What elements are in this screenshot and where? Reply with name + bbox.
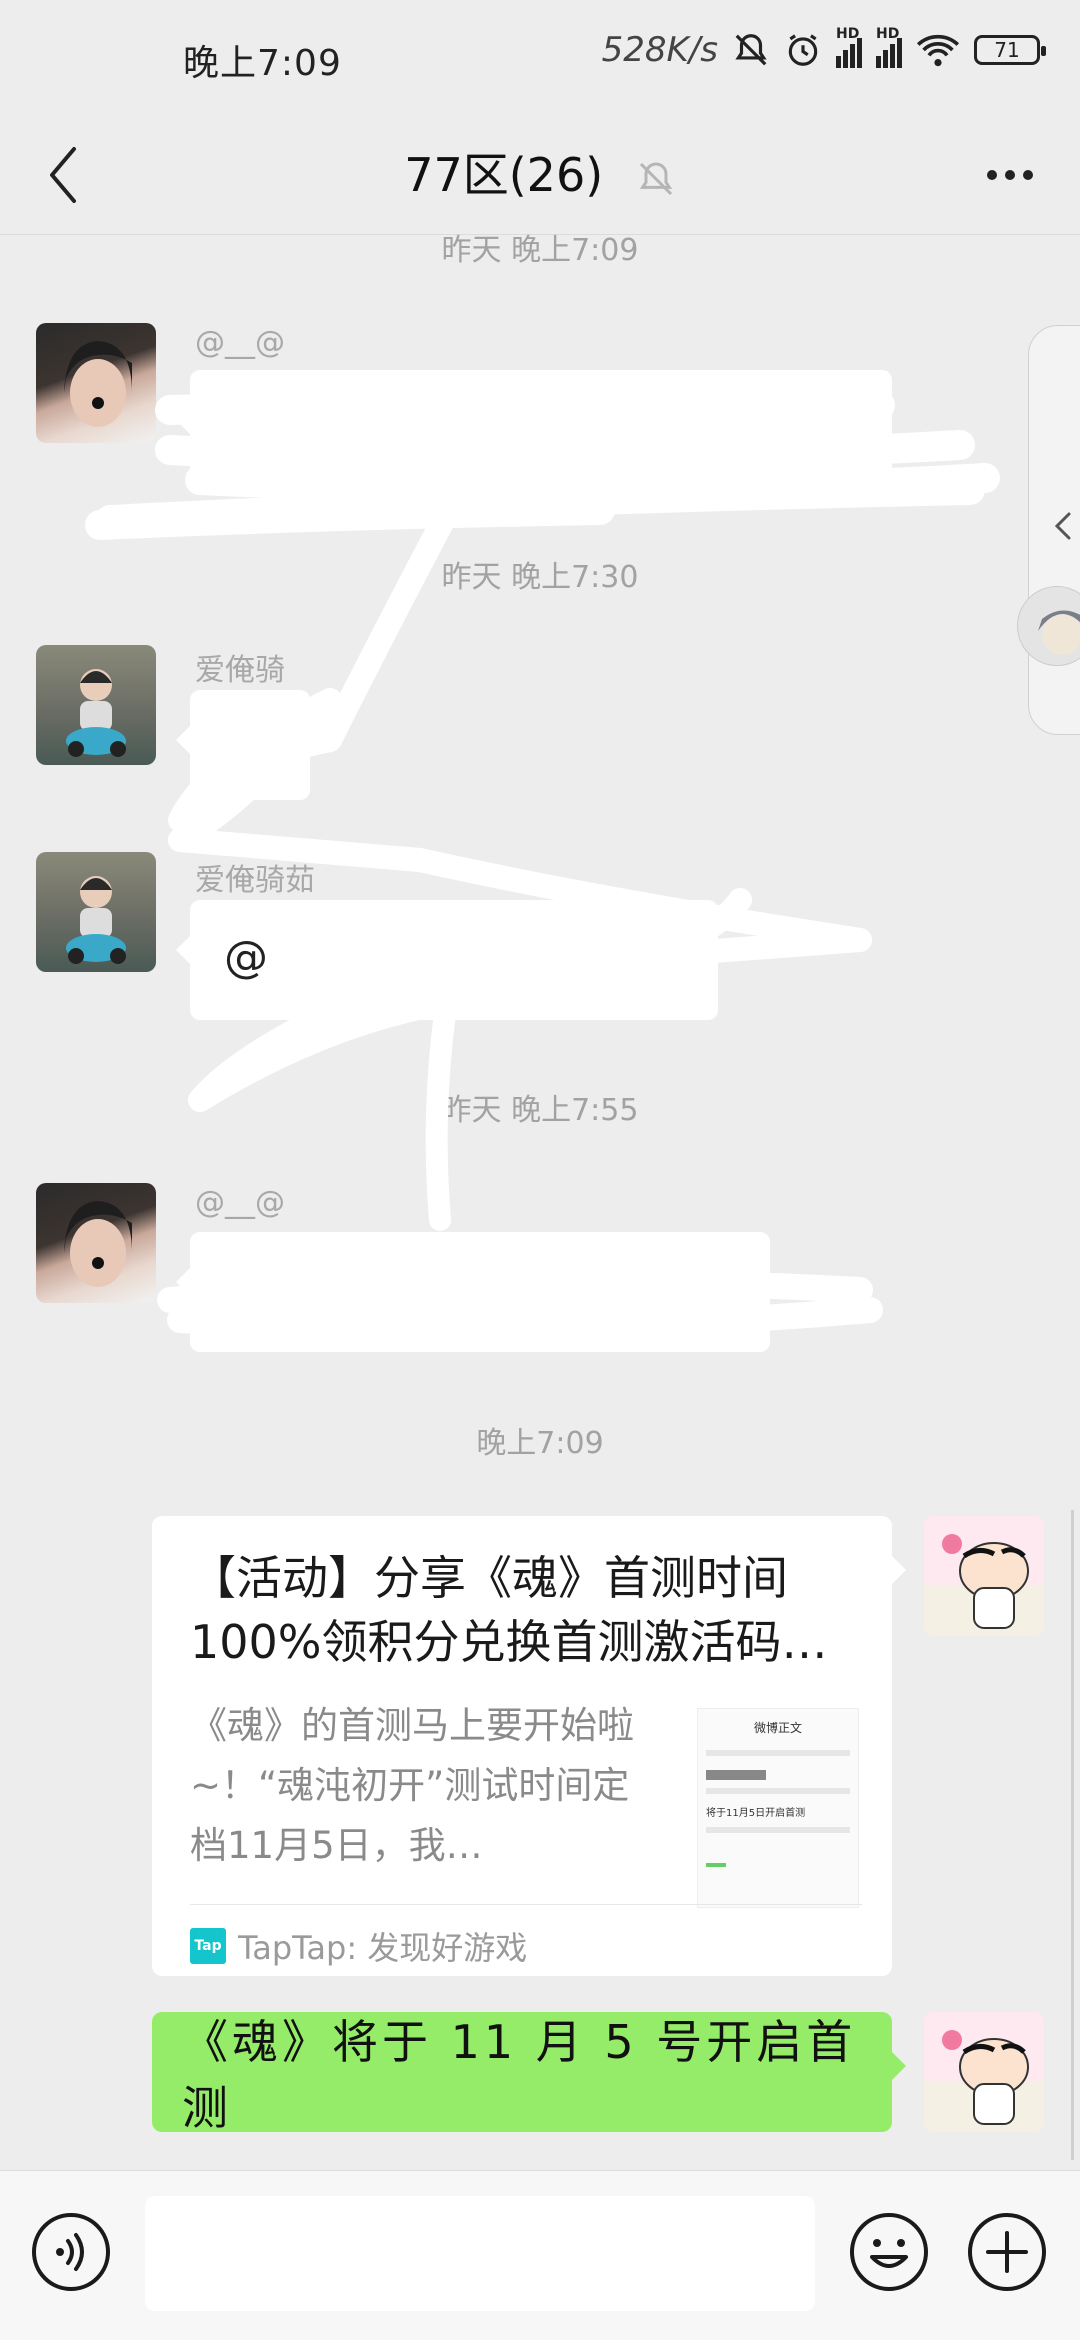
card-source-name: TapTap: 发现好游戏 [238, 1929, 528, 1967]
thumbnail-title: 微博正文 [753, 1721, 802, 1735]
scrollbar[interactable] [1071, 1510, 1074, 2160]
timestamp: 昨天 晚上7:09 [441, 233, 639, 268]
avatar[interactable] [36, 852, 156, 972]
plus-icon[interactable] [966, 2211, 1048, 2293]
message-bubble[interactable] [176, 690, 310, 800]
shared-link-card[interactable]: 【活动】分享《魂》首测时间100%领积分兑换首测激活码… 《魂》的首测马上要开始… [152, 1516, 906, 1976]
message-input[interactable] [145, 2196, 815, 2311]
floating-avatar[interactable] [1017, 586, 1080, 666]
sender-name: 爱俺骑茹 [195, 863, 315, 898]
timestamp: 晚上7:09 [476, 1426, 604, 1461]
status-time: 晚上7:09 [183, 43, 342, 84]
card-divider [190, 1904, 862, 1905]
bell-muted-icon [639, 161, 672, 195]
message-bubble[interactable] [176, 370, 892, 488]
message-bubble[interactable] [176, 1232, 770, 1352]
hd-badge-2: HD [876, 26, 900, 42]
avatar[interactable] [36, 1183, 156, 1303]
timestamp: 昨天 晚上7:30 [441, 560, 639, 595]
message-bubble[interactable]: @ [176, 900, 718, 1020]
card-source: Tap TapTap: 发现好游戏 [190, 1916, 527, 1976]
network-speed: 528K/s [601, 30, 718, 70]
signal-1: HD [836, 26, 862, 68]
avatar-face [64, 1201, 132, 1287]
avatar[interactable] [36, 323, 156, 443]
taptap-logo-icon: Tap [190, 1928, 226, 1964]
sender-name: @__@ [195, 325, 285, 360]
anime-avatar [1038, 610, 1080, 655]
card-title: 【活动】分享《魂》首测时间100%领积分兑换首测激活码… [190, 1551, 828, 1669]
card-thumbnail: 微博正文 将于11月5日开启首测 [697, 1708, 859, 1908]
emoji-icon[interactable] [848, 2211, 930, 2293]
hd-badge-1: HD [836, 26, 860, 42]
status-icons: 528K/s HD HD 71 [601, 26, 1046, 70]
more-dots-icon[interactable] [970, 135, 1050, 215]
chat-title-wrap: 77区(26) [0, 135, 1080, 215]
avatar-face [64, 341, 132, 427]
avatar-child [66, 876, 126, 964]
chat-header: 77区(26) [0, 115, 1080, 235]
avatar-self[interactable] [924, 1516, 1044, 1636]
cartoon-avatar [924, 2030, 1044, 2132]
own-message-text: 《魂》将于 11 月 5 号开启首测 [182, 2015, 857, 2135]
message-text: @ [224, 932, 268, 983]
chat-title: 77区(26) [404, 148, 604, 202]
sender-name: 爱俺骑 [195, 653, 285, 688]
own-message-bubble[interactable]: 《魂》将于 11 月 5 号开启首测 [152, 2012, 906, 2135]
avatar-self[interactable] [924, 2012, 1044, 2132]
sender-name: @__@ [195, 1185, 285, 1220]
alarm-icon [788, 34, 818, 66]
timestamp: 昨天 晚上7:55 [441, 1093, 639, 1128]
thumbnail-text: 将于11月5日开启首测 [706, 1808, 806, 1819]
status-bar: 晚上7:09 528K/s HD HD 71 [0, 0, 1080, 115]
wifi-icon [916, 34, 960, 67]
bell-off-icon [735, 34, 767, 66]
cartoon-avatar [924, 1534, 1044, 1636]
chevron-left-icon[interactable] [1043, 506, 1080, 546]
avatar[interactable] [36, 645, 156, 765]
input-bar [0, 2170, 1080, 2340]
floating-side-panel[interactable] [1017, 325, 1080, 735]
avatar-child [66, 669, 126, 757]
signal-2: HD [876, 26, 902, 68]
battery-indicator: 71 [974, 35, 1046, 65]
card-description: 《魂》的首测马上要开始啦~！“魂沌初开”测试时间定档11月5日，我… [190, 1704, 634, 1867]
voice-icon[interactable] [30, 2211, 112, 2293]
